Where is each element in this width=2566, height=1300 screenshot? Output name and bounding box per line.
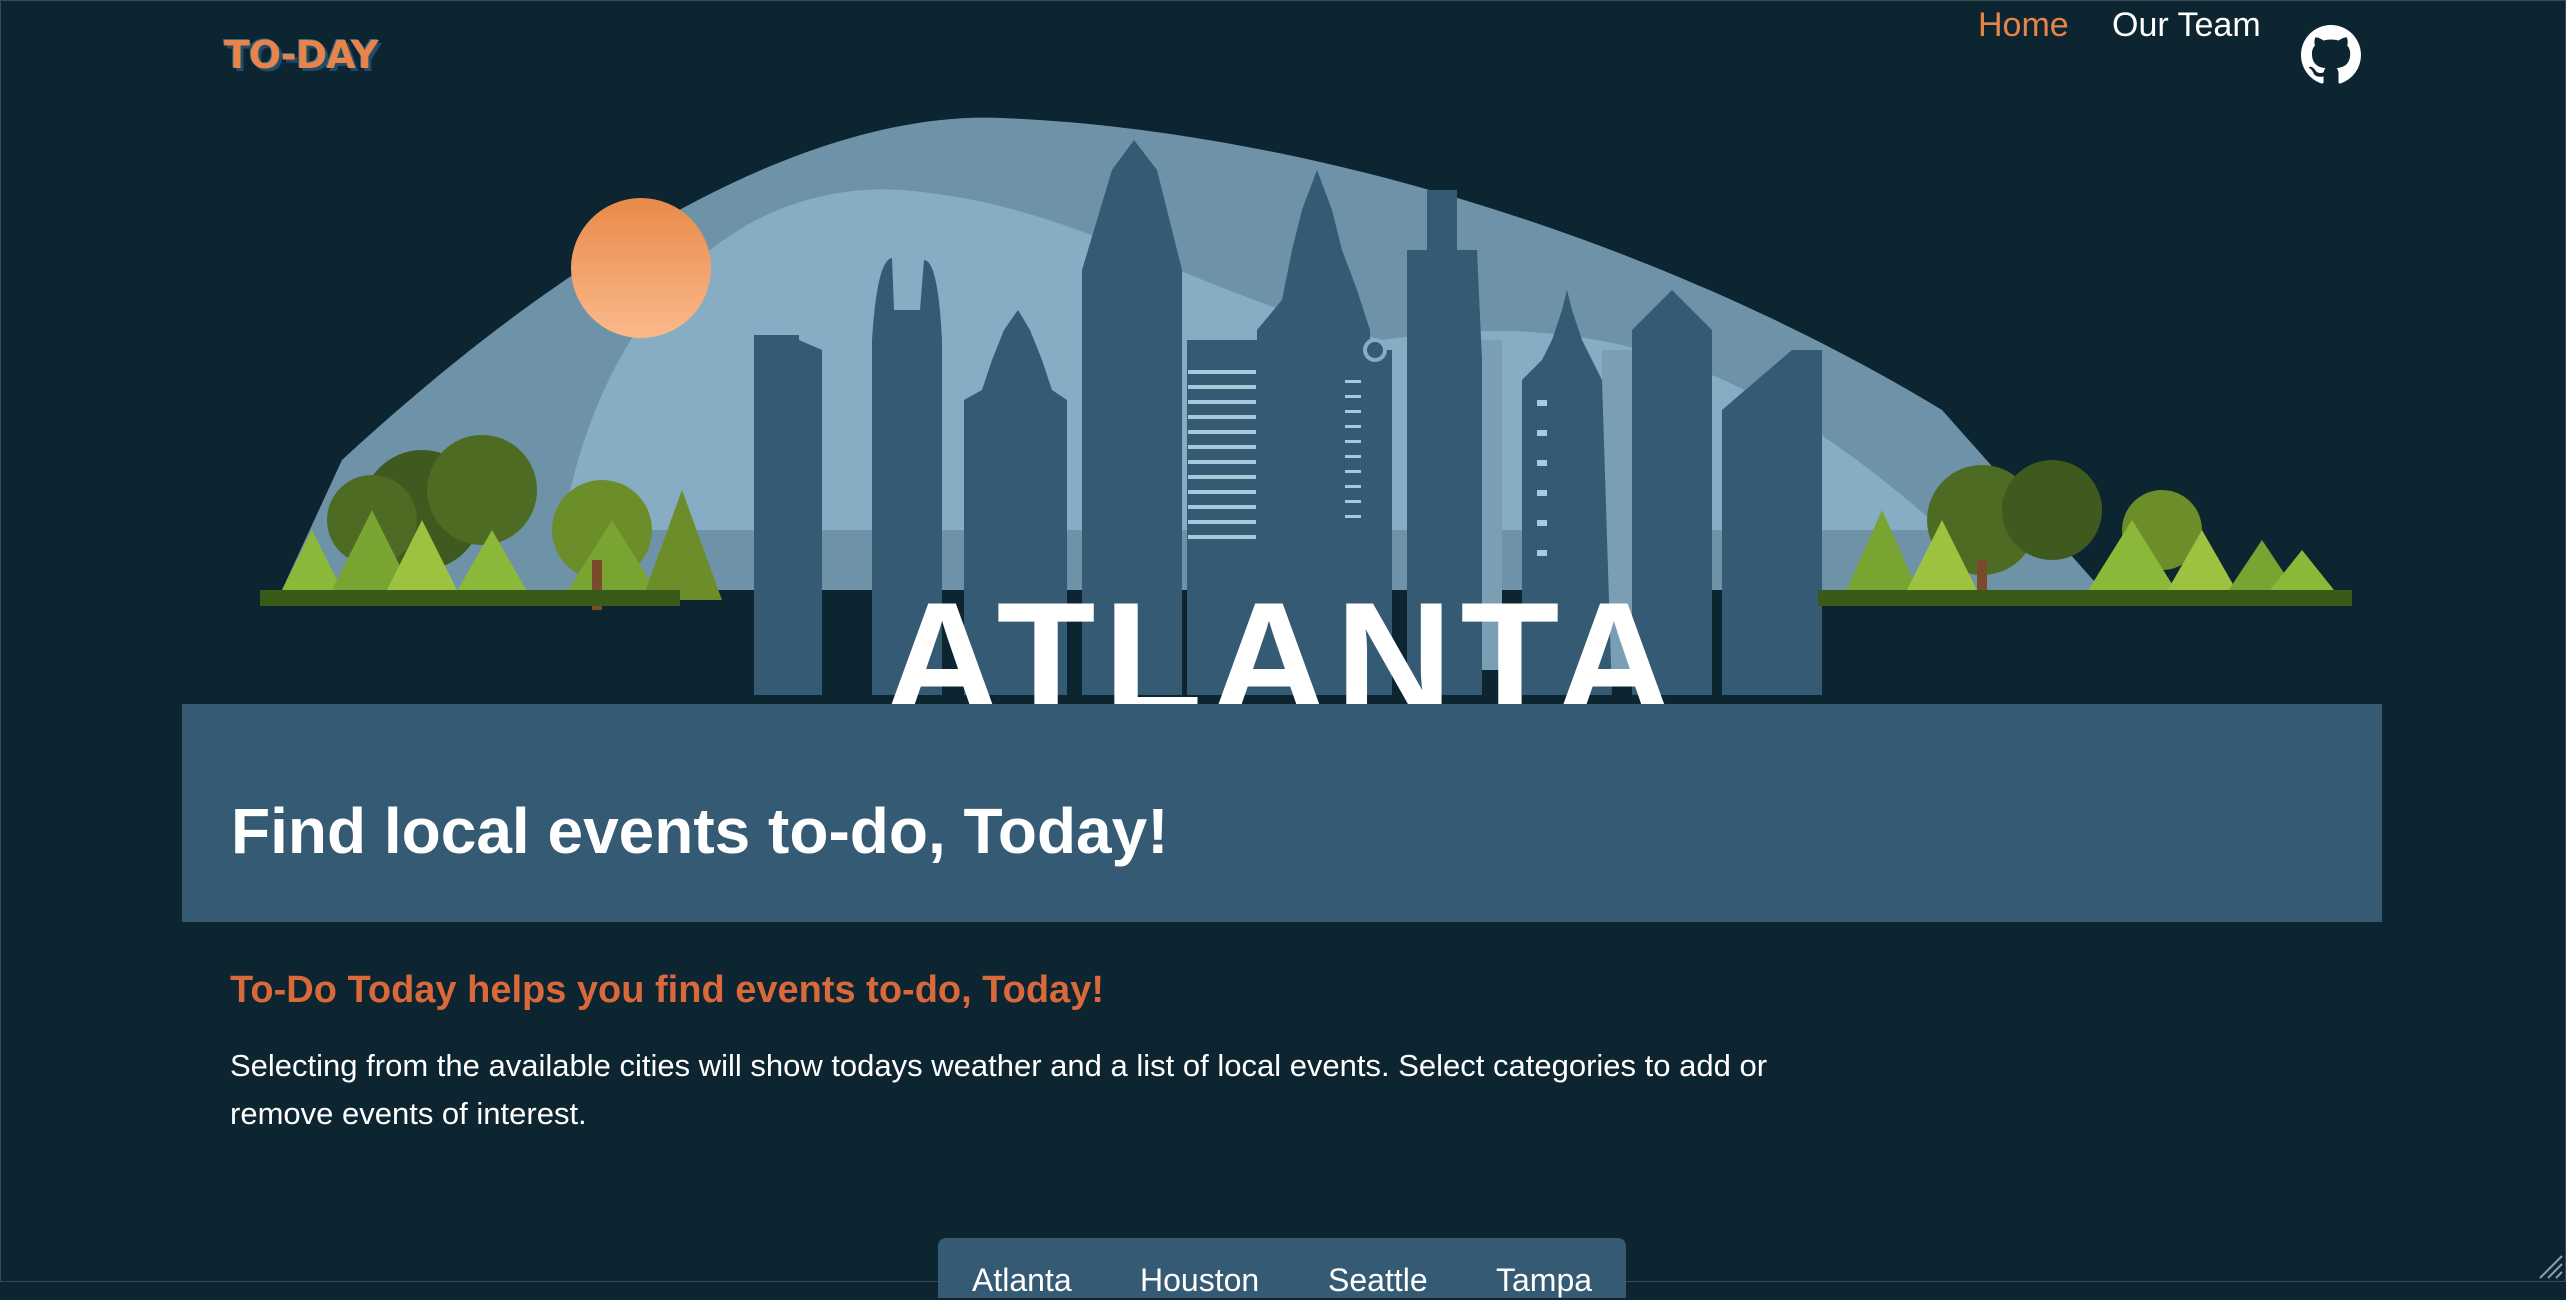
about-section: To-Do Today helps you find events to-do,… — [230, 960, 1790, 1138]
sun-icon — [571, 198, 711, 338]
hero-banner: ATLANTA Find local events to-do, Today! — [182, 110, 2382, 922]
about-body: Selecting from the available cities will… — [230, 1048, 1768, 1131]
hero-band: Find local events to-do, Today! — [182, 704, 2382, 922]
city-tab-tampa[interactable]: Tampa — [1496, 1260, 1592, 1300]
city-selector: Atlanta Houston Seattle Tampa — [938, 1238, 1626, 1298]
about-heading: To-Do Today helps you find events to-do,… — [230, 969, 1104, 1011]
nav-our-team[interactable]: Our Team — [2112, 0, 2261, 50]
resize-handle-icon[interactable] — [2536, 1252, 2564, 1280]
nav-home[interactable]: Home — [1978, 0, 2069, 50]
city-tab-houston[interactable]: Houston — [1140, 1260, 1259, 1300]
github-icon[interactable] — [2301, 25, 2361, 85]
logo[interactable]: TO-DAY — [224, 34, 404, 76]
city-tab-seattle[interactable]: Seattle — [1328, 1260, 1428, 1300]
logo-text: TO-DAY — [224, 33, 379, 77]
hero-headline: Find local events to-do, Today! — [231, 795, 1169, 867]
city-tab-atlanta[interactable]: Atlanta — [972, 1260, 1072, 1300]
